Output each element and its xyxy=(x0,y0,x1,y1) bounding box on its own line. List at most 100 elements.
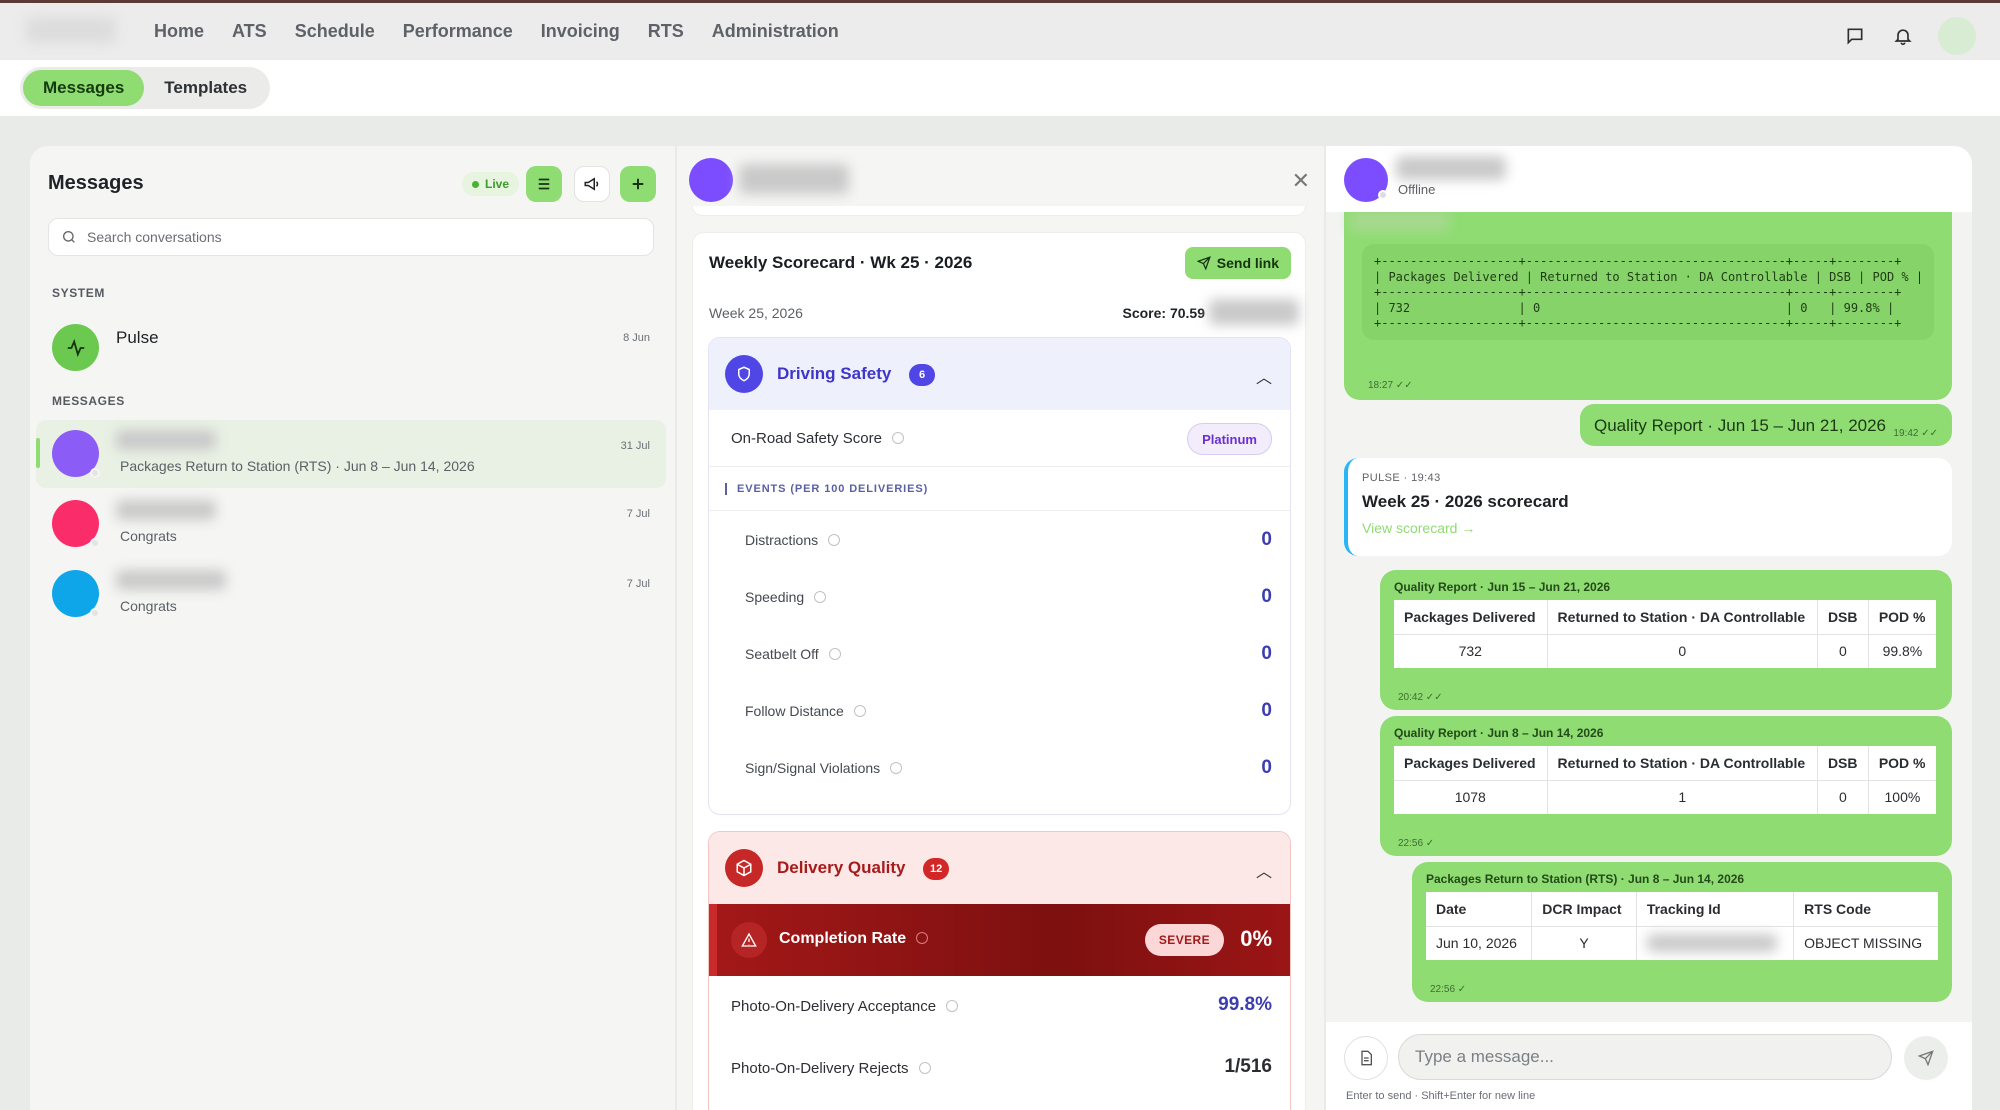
message-time: 18:27 ✓✓ xyxy=(1368,380,1413,391)
plus-icon xyxy=(632,178,644,190)
conversation-date: 31 Jul xyxy=(620,440,650,452)
contact-name-redacted xyxy=(1396,156,1506,180)
chat-icon[interactable] xyxy=(1842,23,1868,49)
nav-ats[interactable]: ATS xyxy=(232,21,267,42)
previous-card-edge xyxy=(692,206,1306,216)
event-label: Speeding xyxy=(745,589,805,605)
tab-templates[interactable]: Templates xyxy=(144,70,267,106)
send-icon xyxy=(1196,256,1211,270)
table-cell: 100% xyxy=(1884,789,1921,806)
info-icon[interactable] xyxy=(828,648,841,660)
pulse-icon xyxy=(67,338,84,357)
search-conversations[interactable]: Search conversations xyxy=(48,218,654,256)
events-heading: EVENTS (PER 100 DELIVERIES) xyxy=(709,467,1290,511)
message-bubble-quality-report: Quality Report · Jun 8 – Jun 14, 2026 Pa… xyxy=(1380,716,1952,856)
ascii-line: | Packages Delivered | Returned to Stati… xyxy=(1374,269,1924,284)
conversation-item[interactable]: Congrats 7 Jul xyxy=(36,490,666,558)
event-row: Follow Distance 0 xyxy=(709,682,1290,739)
event-value: 0 xyxy=(1261,529,1272,550)
presence-dot xyxy=(90,538,100,548)
system-section-label: SYSTEM xyxy=(52,286,105,300)
event-label: Distractions xyxy=(745,532,819,548)
driving-safety-header[interactable]: Driving Safety 6 ︿ xyxy=(709,338,1290,410)
table-cell: 0 xyxy=(1817,780,1869,814)
message-bubble-quality-report: Quality Report · Jun 15 – Jun 21, 2026 P… xyxy=(1380,570,1952,710)
attach-button[interactable] xyxy=(1344,1036,1388,1080)
conversation-date: 8 Jun xyxy=(623,332,650,344)
info-icon[interactable] xyxy=(890,762,903,774)
live-badge: Live xyxy=(462,172,520,196)
event-row: Seatbelt Off 0 xyxy=(709,625,1290,682)
contact-status: Offline xyxy=(1398,182,1436,197)
table-cell: 732 xyxy=(1394,634,1548,668)
user-avatar[interactable] xyxy=(1938,17,1976,55)
send-icon xyxy=(1918,1050,1934,1066)
info-icon[interactable] xyxy=(828,534,841,546)
send-button[interactable] xyxy=(1904,1036,1948,1080)
top-navbar: Home ATS Schedule Performance Invoicing … xyxy=(0,0,2000,60)
info-icon[interactable] xyxy=(853,705,866,717)
nav-invoicing[interactable]: Invoicing xyxy=(541,21,620,42)
nav-administration[interactable]: Administration xyxy=(712,21,839,42)
nav-home[interactable]: Home xyxy=(154,21,204,42)
search-input[interactable]: Search conversations xyxy=(87,229,222,245)
broadcast-button[interactable] xyxy=(574,166,610,202)
app-logo[interactable] xyxy=(26,17,116,43)
main-nav: Home ATS Schedule Performance Invoicing … xyxy=(154,21,839,42)
info-icon[interactable] xyxy=(946,1000,959,1012)
driving-safety-title: Driving Safety xyxy=(777,364,892,383)
send-link-button[interactable]: Send link xyxy=(1184,247,1291,279)
bell-icon[interactable] xyxy=(1890,23,1916,49)
message-bubble-link[interactable]: Quality Report · Jun 15 – Jun 21, 2026 1… xyxy=(1580,404,1952,446)
view-scorecard-link[interactable]: View scorecard → xyxy=(1362,520,1475,536)
chat-header: Offline xyxy=(1326,146,1972,212)
chevron-up-icon[interactable]: ︿ xyxy=(1256,364,1272,388)
nav-rts[interactable]: RTS xyxy=(648,21,684,42)
messages-section-label: MESSAGES xyxy=(52,394,125,408)
conversation-pulse[interactable]: Pulse 8 Jun xyxy=(36,314,666,382)
driver-name-redacted xyxy=(739,164,849,194)
table-cell: 99.8% xyxy=(1882,643,1923,660)
table-header: Packages Delivered xyxy=(1394,600,1548,635)
new-conversation-button[interactable] xyxy=(620,166,656,202)
quality-value: 99.8% xyxy=(1218,994,1272,1015)
message-input[interactable]: Type a message... xyxy=(1398,1034,1892,1080)
warning-icon xyxy=(731,922,767,958)
table-header: Date xyxy=(1426,892,1533,927)
event-label: Sign/Signal Violations xyxy=(745,760,881,776)
nav-schedule[interactable]: Schedule xyxy=(295,21,375,42)
table-cell: 0 xyxy=(1547,634,1818,668)
info-icon[interactable] xyxy=(891,432,904,444)
conversation-item[interactable]: Congrats 7 Jul xyxy=(36,560,666,628)
tracking-id-redacted xyxy=(1636,926,1795,960)
delivery-quality-section: Delivery Quality 12 ︿ Completion Rate SE… xyxy=(708,831,1291,1110)
info-icon[interactable] xyxy=(918,1062,931,1074)
info-icon[interactable] xyxy=(814,591,827,603)
ascii-line: | 732 | 0 | 0 | 99.8% | xyxy=(1374,300,1895,315)
driving-safety-section: Driving Safety 6 ︿ On-Road Safety Score … xyxy=(708,337,1291,815)
table-header: POD % xyxy=(1868,746,1936,781)
contact-name-redacted xyxy=(116,570,226,590)
close-icon[interactable]: ✕ xyxy=(1292,168,1310,194)
conversation-item[interactable]: Packages Return to Station (RTS) · Jun 8… xyxy=(36,420,666,488)
ascii-line: +-------------------+-------------------… xyxy=(1374,316,1902,330)
delivery-quality-header[interactable]: Delivery Quality 12 ︿ xyxy=(709,832,1290,904)
conversation-preview: Congrats xyxy=(120,528,177,544)
sub-navbar: Messages Templates xyxy=(0,60,2000,116)
document-icon xyxy=(1361,1050,1372,1066)
nav-performance[interactable]: Performance xyxy=(403,21,513,42)
pulse-scorecard-card[interactable]: PULSE · 19:43 Week 25 · 2026 scorecard V… xyxy=(1344,458,1952,556)
ascii-table: +-------------------+-------------------… xyxy=(1362,244,1934,340)
list-view-button[interactable] xyxy=(526,166,562,202)
event-value: 0 xyxy=(1261,586,1272,607)
panel-title: Messages xyxy=(48,172,144,194)
tab-messages[interactable]: Messages xyxy=(23,70,145,106)
table-header: Returned to Station · DA Controllable xyxy=(1547,600,1818,635)
quality-value: 1/516 xyxy=(1224,1056,1272,1077)
chevron-up-icon[interactable]: ︿ xyxy=(1256,858,1272,882)
info-icon[interactable] xyxy=(916,932,929,944)
top-actions xyxy=(1842,17,1976,55)
quality-report-table: Packages Delivered Returned to Station · … xyxy=(1394,746,1936,814)
table-cell: OBJECT MISSING xyxy=(1804,935,1923,952)
composer-hint: Enter to send · Shift+Enter for new line xyxy=(1346,1090,1536,1102)
